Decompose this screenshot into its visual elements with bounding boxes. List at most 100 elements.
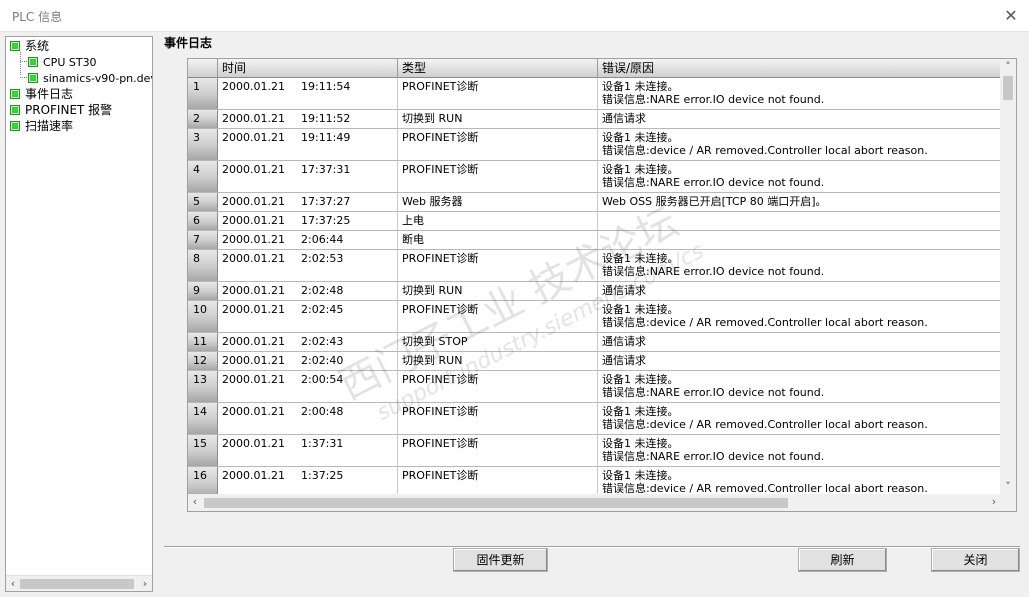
cell-reason xyxy=(598,212,1001,230)
cell-reason: 通信请求 xyxy=(598,110,1001,128)
cell-reason: 设备1 未连接。 错误信息:NARE error.IO device not fo… xyxy=(598,161,1001,192)
tree-item-label: 系统 xyxy=(25,39,50,53)
table-row[interactable]: 13 2000.01.21 2:00:54 PROFINET诊断 设备1 未连接。 错误信… xyxy=(188,371,1001,403)
cell-clock: 17:37:31 xyxy=(300,163,351,176)
navigation-tree: 系统 CPU ST30 sinamics-v90-pn.dev1 事件日志 PR… xyxy=(5,36,153,592)
table-row[interactable]: 7 2000.01.21 2:06:44 断电 xyxy=(188,231,1001,250)
cell-date: 2000.01.21 xyxy=(222,469,285,482)
cell-time: 2000.01.21 2:02:53 xyxy=(218,250,398,281)
cell-clock: 19:11:54 xyxy=(300,80,351,93)
cell-clock: 2:02:43 xyxy=(300,335,344,348)
tree-node-icon xyxy=(28,57,38,67)
row-index: 11 xyxy=(188,333,218,351)
scrollbar-thumb[interactable] xyxy=(20,579,134,589)
horizontal-scrollbar[interactable]: ‹ › xyxy=(188,494,1001,511)
cell-clock: 2:02:53 xyxy=(300,252,344,265)
table-row[interactable]: 2 2000.01.21 19:11:52 切换到 RUN 通信请求 xyxy=(188,110,1001,129)
cell-date: 2000.01.21 xyxy=(222,303,285,316)
table-body: 1 2000.01.21 19:11:54 PROFINET诊断 设备1 未连接。 错误信… xyxy=(188,78,1001,495)
row-index: 8 xyxy=(188,250,218,281)
cell-reason: 设备1 未连接。 错误信息:NARE error.IO device not fo… xyxy=(598,435,1001,466)
table-row[interactable]: 5 2000.01.21 17:37:27 Web 服务器 Web OSS 服务器已开启… xyxy=(188,193,1001,212)
reason-line: Web OSS 服务器已开启[TCP 80 端口开启]。 xyxy=(602,195,827,208)
title-bar: PLC 信息 ✕ xyxy=(0,0,1029,32)
scrollbar-thumb[interactable] xyxy=(1003,76,1013,100)
tree-item-profinet-alarm[interactable]: PROFINET 报警 xyxy=(10,103,112,118)
refresh-button[interactable]: 刷新 xyxy=(798,548,887,572)
chevron-up-icon[interactable]: ˄ xyxy=(1001,59,1015,75)
column-header-time[interactable]: 时间 xyxy=(218,59,398,78)
chevron-right-icon[interactable]: › xyxy=(138,576,152,591)
table-row[interactable]: 15 2000.01.21 1:37:31 PROFINET诊断 设备1 未连接。 错误信… xyxy=(188,435,1001,467)
cell-date: 2000.01.21 xyxy=(222,284,285,297)
close-icon[interactable]: ✕ xyxy=(1001,6,1021,26)
divider xyxy=(164,546,1020,548)
cell-date: 2000.01.21 xyxy=(222,163,285,176)
reason-line: 设备1 未连接。 xyxy=(602,437,679,450)
column-header-type[interactable]: 类型 xyxy=(398,59,598,78)
table-row[interactable]: 10 2000.01.21 2:02:45 PROFINET诊断 设备1 未连接。 错误信… xyxy=(188,301,1001,333)
firmware-update-button[interactable]: 固件更新 xyxy=(453,548,548,572)
cell-time: 2000.01.21 19:11:52 xyxy=(218,110,398,128)
cell-date: 2000.01.21 xyxy=(222,112,285,125)
tree-item-label: CPU ST30 xyxy=(43,56,97,69)
close-button[interactable]: 关闭 xyxy=(931,548,1020,572)
cell-clock: 2:02:48 xyxy=(300,284,344,297)
reason-line: 错误信息:NARE error.IO device not found. xyxy=(602,450,825,463)
chevron-left-icon[interactable]: ‹ xyxy=(6,576,20,591)
cell-date: 2000.01.21 xyxy=(222,252,285,265)
table-row[interactable]: 4 2000.01.21 17:37:31 PROFINET诊断 设备1 未连接。 错误信… xyxy=(188,161,1001,193)
row-index: 10 xyxy=(188,301,218,332)
cell-time: 2000.01.21 2:02:40 xyxy=(218,352,398,370)
cell-clock: 17:37:25 xyxy=(300,214,351,227)
tree-connector xyxy=(20,52,21,75)
column-header-index[interactable] xyxy=(188,59,218,78)
cell-clock: 2:00:54 xyxy=(300,373,344,386)
scrollbar-thumb[interactable] xyxy=(204,498,788,508)
tree-horizontal-scrollbar[interactable]: ‹ › xyxy=(6,575,152,591)
column-header-reason[interactable]: 错误/原因 xyxy=(598,59,1001,78)
table-row[interactable]: 6 2000.01.21 17:37:25 上电 xyxy=(188,212,1001,231)
table-row[interactable]: 16 2000.01.21 1:37:25 PROFINET诊断 设备1 未连接。 错误信… xyxy=(188,467,1001,495)
table-row[interactable]: 1 2000.01.21 19:11:54 PROFINET诊断 设备1 未连接。 错误信… xyxy=(188,78,1001,110)
table-row[interactable]: 9 2000.01.21 2:02:48 切换到 RUN 通信请求 xyxy=(188,282,1001,301)
vertical-scrollbar[interactable]: ˄ ˅ xyxy=(1000,59,1016,495)
table-row[interactable]: 11 2000.01.21 2:02:43 切换到 STOP 通信请求 xyxy=(188,333,1001,352)
tree-item-system[interactable]: 系统 xyxy=(10,39,49,54)
cell-clock: 2:02:40 xyxy=(300,354,344,367)
tree-item-label: 扫描速率 xyxy=(25,119,74,133)
cell-time: 2000.01.21 19:11:49 xyxy=(218,129,398,160)
cell-time: 2000.01.21 2:02:43 xyxy=(218,333,398,351)
cell-type: 切换到 RUN xyxy=(398,110,598,128)
cell-clock: 1:37:31 xyxy=(300,437,344,450)
table-row[interactable]: 12 2000.01.21 2:02:40 切换到 RUN 通信请求 xyxy=(188,352,1001,371)
cell-type: 切换到 RUN xyxy=(398,352,598,370)
cell-date: 2000.01.21 xyxy=(222,195,285,208)
chevron-down-icon[interactable]: ˅ xyxy=(1001,479,1015,495)
row-index: 15 xyxy=(188,435,218,466)
tree-item-scan-rate[interactable]: 扫描速率 xyxy=(10,119,73,134)
tree-item-event-log[interactable]: 事件日志 xyxy=(10,87,73,102)
table-row[interactable]: 3 2000.01.21 19:11:49 PROFINET诊断 设备1 未连接。 错误信… xyxy=(188,129,1001,161)
section-title: 事件日志 xyxy=(164,36,213,50)
row-index: 16 xyxy=(188,467,218,495)
chevron-right-icon[interactable]: › xyxy=(987,494,1001,510)
cell-clock: 19:11:52 xyxy=(300,112,351,125)
tree-item-drive[interactable]: sinamics-v90-pn.dev1 xyxy=(28,71,152,86)
cell-clock: 17:37:27 xyxy=(300,195,351,208)
chevron-left-icon[interactable]: ‹ xyxy=(188,494,202,510)
table-row[interactable]: 8 2000.01.21 2:02:53 PROFINET诊断 设备1 未连接。 错误信息… xyxy=(188,250,1001,282)
tree-item-cpu[interactable]: CPU ST30 xyxy=(28,55,97,70)
reason-line: 错误信息:NARE error.IO device not found. xyxy=(602,265,825,278)
cell-date: 2000.01.21 xyxy=(222,373,285,386)
cell-reason: 设备1 未连接。 错误信息:device / AR removed.Control… xyxy=(598,129,1001,160)
cell-reason: 设备1 未连接。 错误信息:device / AR removed.Control… xyxy=(598,301,1001,332)
table-row[interactable]: 14 2000.01.21 2:00:48 PROFINET诊断 设备1 未连接。 错误信… xyxy=(188,403,1001,435)
cell-type: PROFINET诊断 xyxy=(398,129,598,160)
reason-line: 设备1 未连接。 xyxy=(602,131,679,144)
reason-line: 设备1 未连接。 xyxy=(602,373,679,386)
cell-reason: Web OSS 服务器已开启[TCP 80 端口开启]。 xyxy=(598,193,1001,211)
cell-reason xyxy=(598,231,1001,249)
cell-reason: 设备1 未连接。 错误信息:device / AR removed.Control… xyxy=(598,467,1001,495)
cell-date: 2000.01.21 xyxy=(222,214,285,227)
